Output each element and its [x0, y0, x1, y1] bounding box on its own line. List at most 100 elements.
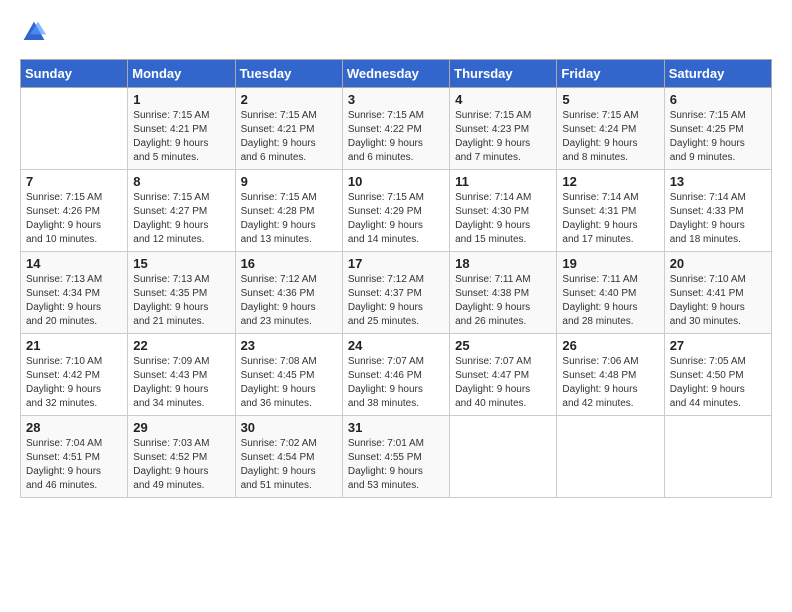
day-number: 31 [348, 420, 444, 435]
day-info: Sunrise: 7:14 AM Sunset: 4:31 PM Dayligh… [562, 191, 658, 247]
day-number: 8 [133, 174, 229, 189]
day-cell: 31 Sunrise: 7:01 AM Sunset: 4:55 PM Dayli… [342, 416, 449, 498]
day-info: Sunrise: 7:14 AM Sunset: 4:30 PM Dayligh… [455, 191, 551, 247]
day-cell: 12 Sunrise: 7:14 AM Sunset: 4:31 PM Dayli… [557, 170, 664, 252]
day-info: Sunrise: 7:15 AM Sunset: 4:25 PM Dayligh… [670, 109, 766, 165]
day-info: Sunrise: 7:15 AM Sunset: 4:29 PM Dayligh… [348, 191, 444, 247]
day-number: 25 [455, 338, 551, 353]
day-info: Sunrise: 7:11 AM Sunset: 4:38 PM Dayligh… [455, 273, 551, 329]
logo [20, 20, 46, 49]
week-row-3: 14 Sunrise: 7:13 AM Sunset: 4:34 PM Dayli… [21, 252, 772, 334]
day-cell: 16 Sunrise: 7:12 AM Sunset: 4:36 PM Dayli… [235, 252, 342, 334]
col-header-wednesday: Wednesday [342, 60, 449, 88]
day-cell: 27 Sunrise: 7:05 AM Sunset: 4:50 PM Dayli… [664, 334, 771, 416]
week-row-1: 1 Sunrise: 7:15 AM Sunset: 4:21 PM Daylig… [21, 88, 772, 170]
day-info: Sunrise: 7:13 AM Sunset: 4:34 PM Dayligh… [26, 273, 122, 329]
day-cell: 21 Sunrise: 7:10 AM Sunset: 4:42 PM Dayli… [21, 334, 128, 416]
day-number: 30 [241, 420, 337, 435]
week-row-4: 21 Sunrise: 7:10 AM Sunset: 4:42 PM Dayli… [21, 334, 772, 416]
calendar-table: SundayMondayTuesdayWednesdayThursdayFrid… [20, 59, 772, 498]
day-info: Sunrise: 7:15 AM Sunset: 4:26 PM Dayligh… [26, 191, 122, 247]
day-cell: 1 Sunrise: 7:15 AM Sunset: 4:21 PM Daylig… [128, 88, 235, 170]
day-info: Sunrise: 7:04 AM Sunset: 4:51 PM Dayligh… [26, 437, 122, 493]
day-info: Sunrise: 7:15 AM Sunset: 4:23 PM Dayligh… [455, 109, 551, 165]
day-info: Sunrise: 7:15 AM Sunset: 4:27 PM Dayligh… [133, 191, 229, 247]
day-number: 9 [241, 174, 337, 189]
day-number: 13 [670, 174, 766, 189]
day-cell: 24 Sunrise: 7:07 AM Sunset: 4:46 PM Dayli… [342, 334, 449, 416]
day-info: Sunrise: 7:10 AM Sunset: 4:42 PM Dayligh… [26, 355, 122, 411]
day-number: 24 [348, 338, 444, 353]
day-number: 20 [670, 256, 766, 271]
day-info: Sunrise: 7:15 AM Sunset: 4:21 PM Dayligh… [241, 109, 337, 165]
day-cell: 7Sunrise: 7:15 AM Sunset: 4:26 PM Daylig… [21, 170, 128, 252]
day-cell: 26Sunrise: 7:06 AM Sunset: 4:48 PM Dayli… [557, 334, 664, 416]
day-number: 6 [670, 92, 766, 107]
day-info: Sunrise: 7:15 AM Sunset: 4:22 PM Dayligh… [348, 109, 444, 165]
page-header [20, 20, 772, 49]
day-info: Sunrise: 7:06 AM Sunset: 4:48 PM Dayligh… [562, 355, 658, 411]
day-number: 5 [562, 92, 658, 107]
day-cell: 25 Sunrise: 7:07 AM Sunset: 4:47 PM Dayli… [450, 334, 557, 416]
day-cell: 23Sunrise: 7:08 AM Sunset: 4:45 PM Dayli… [235, 334, 342, 416]
col-header-monday: Monday [128, 60, 235, 88]
day-cell: 28 Sunrise: 7:04 AM Sunset: 4:51 PM Dayli… [21, 416, 128, 498]
day-info: Sunrise: 7:05 AM Sunset: 4:50 PM Dayligh… [670, 355, 766, 411]
day-number: 18 [455, 256, 551, 271]
day-info: Sunrise: 7:12 AM Sunset: 4:37 PM Dayligh… [348, 273, 444, 329]
day-number: 17 [348, 256, 444, 271]
day-info: Sunrise: 7:12 AM Sunset: 4:36 PM Dayligh… [241, 273, 337, 329]
day-cell: 20Sunrise: 7:10 AM Sunset: 4:41 PM Dayli… [664, 252, 771, 334]
day-cell: 29Sunrise: 7:03 AM Sunset: 4:52 PM Dayli… [128, 416, 235, 498]
day-cell: 18 Sunrise: 7:11 AM Sunset: 4:38 PM Dayli… [450, 252, 557, 334]
day-number: 11 [455, 174, 551, 189]
week-row-2: 7Sunrise: 7:15 AM Sunset: 4:26 PM Daylig… [21, 170, 772, 252]
day-cell: 3 Sunrise: 7:15 AM Sunset: 4:22 PM Daylig… [342, 88, 449, 170]
day-cell: 9 Sunrise: 7:15 AM Sunset: 4:28 PM Daylig… [235, 170, 342, 252]
day-number: 3 [348, 92, 444, 107]
day-cell: 22Sunrise: 7:09 AM Sunset: 4:43 PM Dayli… [128, 334, 235, 416]
day-cell: 10Sunrise: 7:15 AM Sunset: 4:29 PM Dayli… [342, 170, 449, 252]
day-number: 27 [670, 338, 766, 353]
day-cell: 8 Sunrise: 7:15 AM Sunset: 4:27 PM Daylig… [128, 170, 235, 252]
day-cell: 5 Sunrise: 7:15 AM Sunset: 4:24 PM Daylig… [557, 88, 664, 170]
day-cell: 11 Sunrise: 7:14 AM Sunset: 4:30 PM Dayli… [450, 170, 557, 252]
week-row-5: 28 Sunrise: 7:04 AM Sunset: 4:51 PM Dayli… [21, 416, 772, 498]
day-info: Sunrise: 7:15 AM Sunset: 4:28 PM Dayligh… [241, 191, 337, 247]
day-cell: 15 Sunrise: 7:13 AM Sunset: 4:35 PM Dayli… [128, 252, 235, 334]
day-cell: 14 Sunrise: 7:13 AM Sunset: 4:34 PM Dayli… [21, 252, 128, 334]
day-number: 1 [133, 92, 229, 107]
day-number: 28 [26, 420, 122, 435]
day-info: Sunrise: 7:13 AM Sunset: 4:35 PM Dayligh… [133, 273, 229, 329]
day-number: 12 [562, 174, 658, 189]
col-header-saturday: Saturday [664, 60, 771, 88]
day-number: 29 [133, 420, 229, 435]
day-info: Sunrise: 7:14 AM Sunset: 4:33 PM Dayligh… [670, 191, 766, 247]
day-cell: 19Sunrise: 7:11 AM Sunset: 4:40 PM Dayli… [557, 252, 664, 334]
day-cell: 2 Sunrise: 7:15 AM Sunset: 4:21 PM Daylig… [235, 88, 342, 170]
col-header-friday: Friday [557, 60, 664, 88]
logo-icon [22, 20, 46, 44]
day-cell: 13 Sunrise: 7:14 AM Sunset: 4:33 PM Dayli… [664, 170, 771, 252]
day-info: Sunrise: 7:02 AM Sunset: 4:54 PM Dayligh… [241, 437, 337, 493]
day-cell: 6 Sunrise: 7:15 AM Sunset: 4:25 PM Daylig… [664, 88, 771, 170]
day-info: Sunrise: 7:15 AM Sunset: 4:21 PM Dayligh… [133, 109, 229, 165]
day-number: 4 [455, 92, 551, 107]
day-info: Sunrise: 7:07 AM Sunset: 4:47 PM Dayligh… [455, 355, 551, 411]
col-header-sunday: Sunday [21, 60, 128, 88]
day-number: 15 [133, 256, 229, 271]
col-header-tuesday: Tuesday [235, 60, 342, 88]
day-info: Sunrise: 7:07 AM Sunset: 4:46 PM Dayligh… [348, 355, 444, 411]
col-header-thursday: Thursday [450, 60, 557, 88]
day-info: Sunrise: 7:08 AM Sunset: 4:45 PM Dayligh… [241, 355, 337, 411]
day-number: 16 [241, 256, 337, 271]
day-info: Sunrise: 7:01 AM Sunset: 4:55 PM Dayligh… [348, 437, 444, 493]
day-info: Sunrise: 7:15 AM Sunset: 4:24 PM Dayligh… [562, 109, 658, 165]
day-number: 22 [133, 338, 229, 353]
day-number: 2 [241, 92, 337, 107]
header-row: SundayMondayTuesdayWednesdayThursdayFrid… [21, 60, 772, 88]
day-info: Sunrise: 7:11 AM Sunset: 4:40 PM Dayligh… [562, 273, 658, 329]
day-number: 14 [26, 256, 122, 271]
day-cell [664, 416, 771, 498]
day-number: 21 [26, 338, 122, 353]
